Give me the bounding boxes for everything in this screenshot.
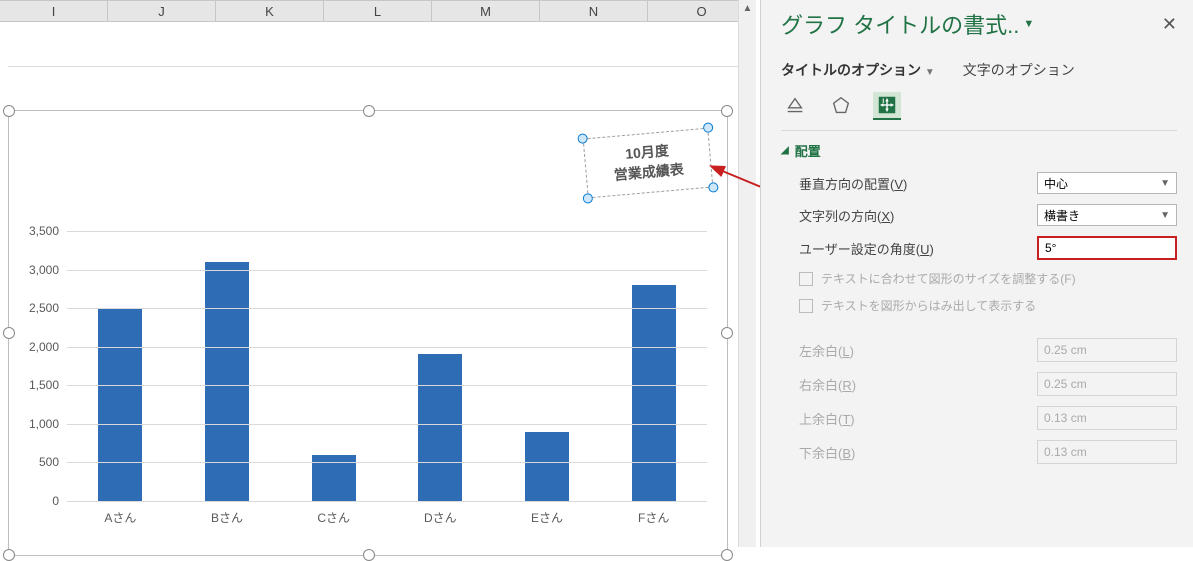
x-axis-tick-label: Fさん bbox=[614, 509, 694, 526]
format-pane: グラフ タイトルの書式.. ▼ ✕ タイトルのオプション ▼ 文字のオプション … bbox=[760, 0, 1193, 547]
pane-title-dropdown-icon[interactable]: ▼ bbox=[1023, 18, 1034, 30]
column-header[interactable]: J bbox=[108, 0, 216, 21]
column-header-row: IJKLMNO bbox=[0, 0, 756, 22]
scroll-up-button[interactable]: ▲ bbox=[739, 0, 756, 18]
y-axis-tick-label: 1,000 bbox=[9, 417, 59, 431]
tab-title-options[interactable]: タイトルのオプション ▼ bbox=[781, 60, 935, 80]
label-margin-bottom: 下余白(B) bbox=[799, 443, 1037, 462]
pane-title: グラフ タイトルの書式.. ▼ bbox=[781, 8, 1034, 40]
label-text-direction: 文字列の方向(X) bbox=[799, 206, 1037, 225]
input-margin-bottom bbox=[1038, 441, 1193, 463]
chart-title-line2: 営業成績表 bbox=[613, 160, 684, 186]
y-axis-tick-label: 500 bbox=[9, 455, 59, 469]
effects-icon[interactable] bbox=[827, 92, 855, 120]
resize-handle[interactable] bbox=[3, 105, 15, 117]
input-margin-top bbox=[1038, 407, 1193, 429]
checkbox-resize-shape: テキストに合わせて図形のサイズを調整する(F) bbox=[781, 270, 1177, 287]
column-header[interactable]: L bbox=[324, 0, 432, 21]
vertical-scrollbar[interactable]: ▲ bbox=[738, 0, 756, 547]
gridline bbox=[67, 347, 707, 348]
x-axis-tick-label: Dさん bbox=[400, 509, 480, 526]
spinner-margin-left: ▲▼ bbox=[1037, 338, 1177, 362]
dropdown-value: 横書き bbox=[1044, 207, 1080, 224]
spinner-margin-top: ▲▼ bbox=[1037, 406, 1177, 430]
column-header[interactable]: K bbox=[216, 0, 324, 21]
label-custom-angle: ユーザー設定の角度(U) bbox=[799, 239, 1037, 258]
spinner-margin-right: ▲▼ bbox=[1037, 372, 1177, 396]
dropdown-text-direction[interactable]: 横書き ▼ bbox=[1037, 204, 1177, 226]
resize-handle[interactable] bbox=[721, 549, 733, 561]
title-handle[interactable] bbox=[577, 133, 588, 144]
resize-handle[interactable] bbox=[3, 327, 15, 339]
resize-handle[interactable] bbox=[721, 105, 733, 117]
gridline bbox=[67, 231, 707, 232]
checkbox-overflow-text: テキストを図形からはみ出して表示する bbox=[781, 297, 1177, 314]
close-pane-button[interactable]: ✕ bbox=[1162, 14, 1177, 35]
resize-handle[interactable] bbox=[3, 549, 15, 561]
format-category-icons: I bbox=[781, 92, 1177, 131]
resize-handle[interactable] bbox=[363, 549, 375, 561]
collapse-triangle-icon: ◢ bbox=[781, 145, 789, 156]
svg-text:I: I bbox=[882, 98, 884, 105]
bar[interactable] bbox=[205, 262, 249, 501]
y-axis-tick-label: 2,000 bbox=[9, 340, 59, 354]
tab-text-options[interactable]: 文字のオプション bbox=[963, 60, 1075, 80]
resize-handle[interactable] bbox=[363, 105, 375, 117]
label-margin-top: 上余白(T) bbox=[799, 409, 1037, 428]
pane-title-text: グラフ タイトルの書式.. bbox=[781, 8, 1019, 40]
title-handle[interactable] bbox=[708, 182, 719, 193]
label-margin-right: 右余白(R) bbox=[799, 375, 1037, 394]
label-margin-left: 左余白(L) bbox=[799, 341, 1037, 360]
section-alignment[interactable]: ◢ 配置 bbox=[781, 141, 1177, 160]
y-axis-tick-label: 2,500 bbox=[9, 301, 59, 315]
checkbox-icon bbox=[799, 299, 813, 313]
chevron-down-icon: ▼ bbox=[1160, 178, 1170, 189]
worksheet-area[interactable]: 10月度 営業成績表 05001,0001,5002,0002,5003,000… bbox=[0, 22, 756, 547]
bar[interactable] bbox=[632, 285, 676, 501]
label-vertical-align: 垂直方向の配置(V) bbox=[799, 174, 1037, 193]
input-margin-right bbox=[1038, 373, 1193, 395]
gridline bbox=[67, 270, 707, 271]
title-handle[interactable] bbox=[703, 122, 714, 133]
dropdown-vertical-align[interactable]: 中心 ▼ bbox=[1037, 172, 1177, 194]
plot-area[interactable]: 05001,0001,5002,0002,5003,0003,500 bbox=[67, 231, 707, 501]
y-axis-tick-label: 3,000 bbox=[9, 263, 59, 277]
chevron-down-icon: ▼ bbox=[925, 67, 935, 78]
column-header[interactable]: M bbox=[432, 0, 540, 21]
section-alignment-label: 配置 bbox=[795, 141, 821, 160]
input-custom-angle[interactable] bbox=[1039, 238, 1193, 258]
bar-series bbox=[67, 231, 707, 501]
x-axis-tick-label: Bさん bbox=[187, 509, 267, 526]
y-axis-tick-label: 3,500 bbox=[9, 224, 59, 238]
x-axis-tick-label: Aさん bbox=[80, 509, 160, 526]
gridline bbox=[67, 462, 707, 463]
grid-row bbox=[8, 45, 748, 67]
fill-line-icon[interactable] bbox=[781, 92, 809, 120]
x-axis-tick-label: Cさん bbox=[294, 509, 374, 526]
y-axis-tick-label: 0 bbox=[9, 494, 59, 508]
y-axis-tick-label: 1,500 bbox=[9, 378, 59, 392]
gridline bbox=[67, 501, 707, 502]
title-handle[interactable] bbox=[582, 193, 593, 204]
bar[interactable] bbox=[98, 308, 142, 501]
checkbox-icon bbox=[799, 272, 813, 286]
gridline bbox=[67, 385, 707, 386]
gridline bbox=[67, 308, 707, 309]
resize-handle[interactable] bbox=[721, 327, 733, 339]
chart-object[interactable]: 10月度 営業成績表 05001,0001,5002,0002,5003,000… bbox=[8, 110, 728, 556]
size-properties-icon[interactable]: I bbox=[873, 92, 901, 120]
spinner-margin-bottom: ▲▼ bbox=[1037, 440, 1177, 464]
gridline bbox=[67, 424, 707, 425]
spinner-custom-angle[interactable]: ▲ ▼ bbox=[1037, 236, 1177, 260]
dropdown-value: 中心 bbox=[1044, 175, 1068, 192]
bar[interactable] bbox=[418, 354, 462, 501]
chart-title[interactable]: 10月度 営業成績表 bbox=[583, 128, 714, 199]
input-margin-left bbox=[1038, 339, 1193, 361]
chevron-down-icon: ▼ bbox=[1160, 210, 1170, 221]
column-header[interactable]: I bbox=[0, 0, 108, 21]
column-header[interactable]: N bbox=[540, 0, 648, 21]
bar[interactable] bbox=[525, 432, 569, 501]
x-axis-tick-label: Eさん bbox=[507, 509, 587, 526]
